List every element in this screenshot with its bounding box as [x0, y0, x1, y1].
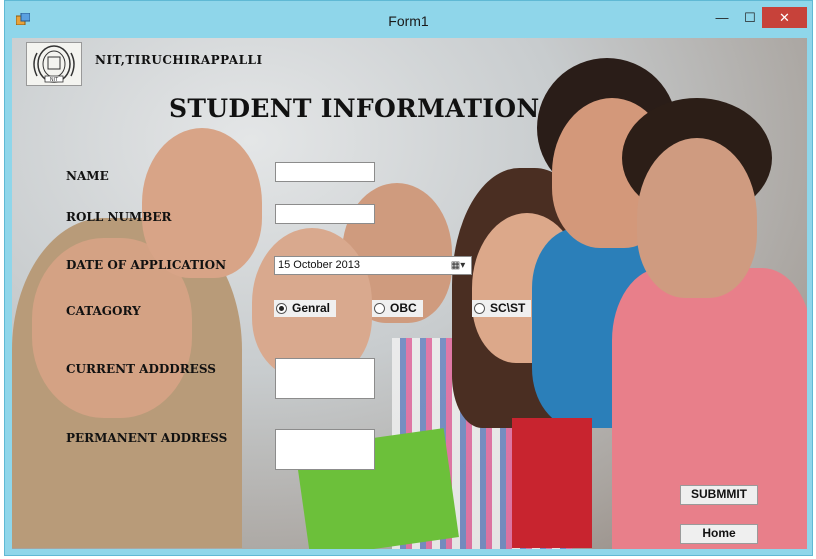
logo-text: NIT	[50, 77, 59, 83]
form-window: Form1 — ☐ ✕ NIT NIT,TIRUCHIRAPPALLI STUD…	[4, 0, 813, 556]
home-button[interactable]: Home	[680, 524, 758, 544]
date-of-application-label: DATE OF APPLICATION	[66, 258, 227, 272]
radio-unselected-icon	[374, 303, 385, 314]
minimize-button[interactable]: —	[709, 7, 735, 28]
current-address-input[interactable]	[275, 358, 375, 399]
name-label: NAME	[66, 169, 109, 183]
roll-number-input[interactable]	[275, 204, 375, 224]
category-label: CATAGORY	[66, 304, 141, 318]
calendar-dropdown-icon[interactable]: ▦▾	[447, 258, 469, 273]
date-value: 15 October 2013	[278, 259, 360, 271]
radio-label: OBC	[390, 301, 417, 315]
background-photo-part	[142, 128, 262, 278]
institute-name: NIT,TIRUCHIRAPPALLI	[95, 53, 263, 67]
submit-button[interactable]: SUBMMIT	[680, 485, 758, 505]
background-photo-part	[512, 418, 592, 548]
background-photo-part	[612, 268, 807, 549]
radio-label: Genral	[292, 301, 331, 315]
permanent-address-label: PERMANENT ADDRESS	[66, 431, 228, 445]
institute-logo: NIT	[26, 42, 82, 86]
title-bar[interactable]: Form1 — ☐ ✕	[5, 1, 812, 37]
logo-emblem-icon: NIT	[33, 45, 75, 83]
date-of-application-picker[interactable]: 15 October 2013 ▦▾	[274, 256, 472, 275]
permanent-address-input[interactable]	[275, 429, 375, 470]
category-radio-genral[interactable]: Genral	[274, 300, 337, 317]
background-photo-part	[637, 138, 757, 298]
window-title: Form1	[388, 13, 429, 29]
category-radio-obc[interactable]: OBC	[372, 300, 423, 317]
page-title: STUDENT INFORMATION	[169, 94, 540, 123]
name-input[interactable]	[275, 162, 375, 182]
radio-unselected-icon	[474, 303, 485, 314]
maximize-button[interactable]: ☐	[737, 7, 763, 28]
radio-selected-icon	[276, 303, 287, 314]
radio-label: SC\ST	[490, 301, 526, 315]
current-address-label: CURRENT ADDDRESS	[66, 362, 216, 376]
category-radio-scst[interactable]: SC\ST	[472, 300, 532, 317]
close-button[interactable]: ✕	[762, 7, 807, 28]
roll-number-label: ROLL NUMBER	[66, 210, 172, 224]
form-client-area: NIT NIT,TIRUCHIRAPPALLI STUDENT INFORMAT…	[12, 38, 807, 549]
